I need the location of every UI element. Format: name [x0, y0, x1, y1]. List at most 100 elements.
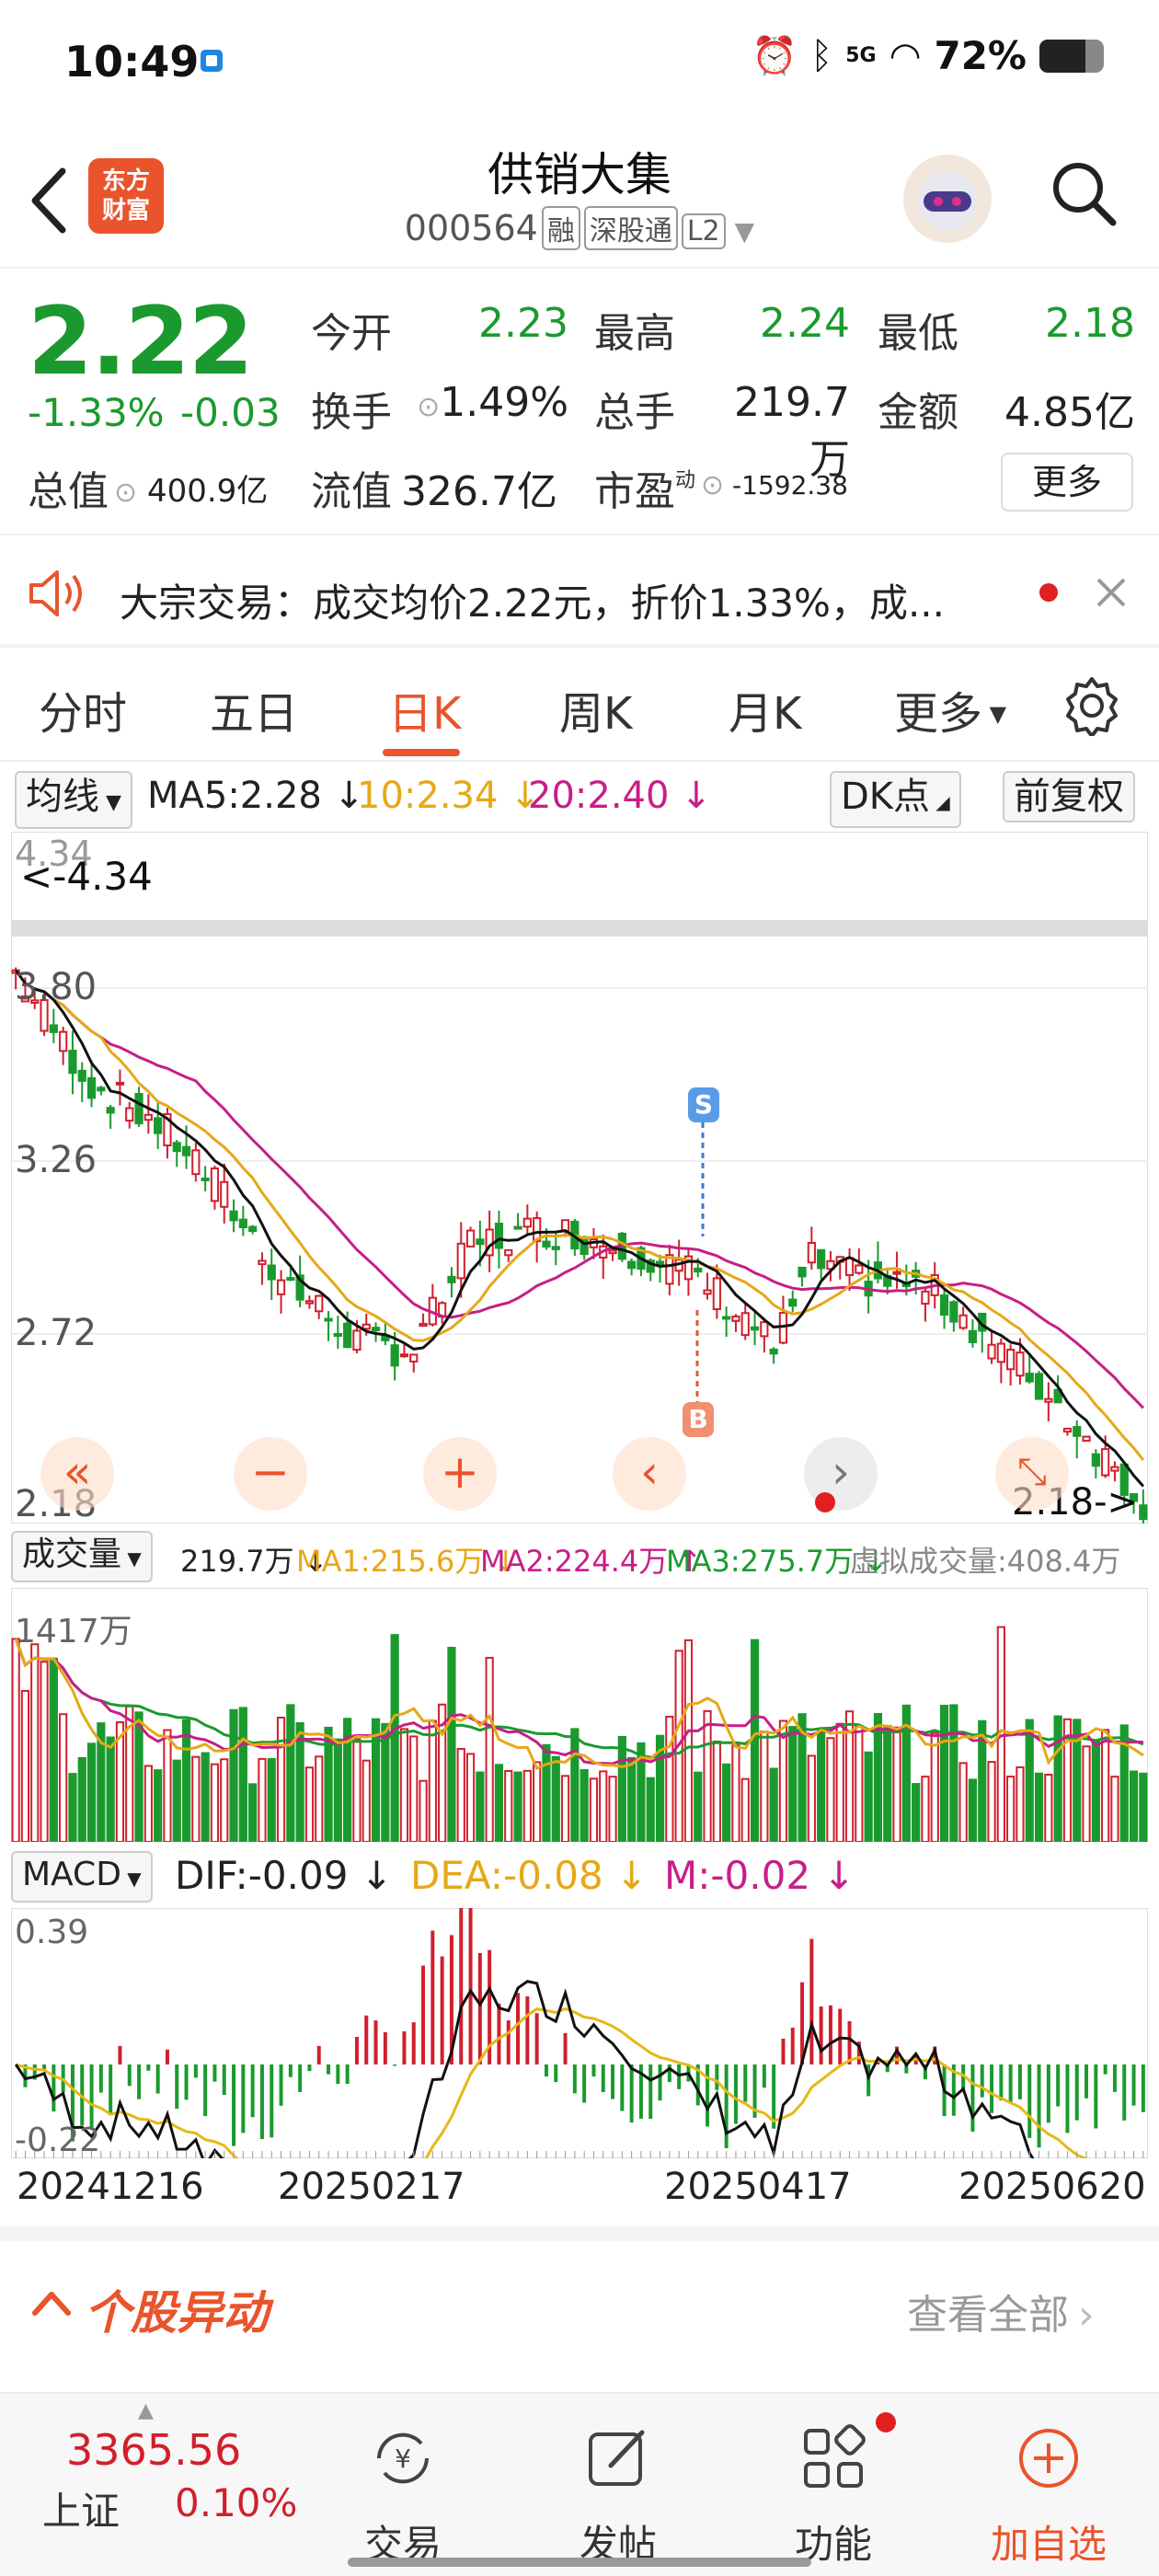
volume-bar — [1016, 1765, 1025, 1842]
more-quote-button[interactable]: 更多 — [1001, 453, 1133, 512]
add-watchlist-icon[interactable] — [1012, 2421, 1085, 2495]
volume-bar — [731, 1744, 740, 1842]
mcap-value: ⊙ 400.9亿 — [114, 466, 285, 511]
volume-bar — [409, 1735, 419, 1842]
ma-selector[interactable]: 均线 ▼ — [15, 771, 132, 829]
macd-top-label: 0.39 — [15, 1914, 89, 1951]
candle — [949, 1301, 958, 1323]
index-value[interactable]: 3365.56 — [66, 2425, 241, 2475]
volume-bar — [361, 1759, 371, 1842]
pe-sup: 动 — [675, 469, 696, 492]
mcap-label: 总值 — [28, 468, 109, 515]
candle — [939, 1294, 949, 1317]
block-trade-notice[interactable]: 大宗交易：成交均价2.22元，折价1.33%，成... — [0, 535, 1159, 646]
adjust-selector[interactable]: 前复权 — [1003, 771, 1135, 822]
tab-weekly-k[interactable]: 周K — [559, 677, 632, 742]
candle — [665, 1254, 674, 1285]
volume-bar — [608, 1776, 617, 1842]
macd-selector[interactable]: MACD ▼ — [11, 1851, 153, 1903]
candle — [987, 1343, 996, 1360]
low-value: 2.18 — [1045, 300, 1135, 347]
volume-bar — [750, 1639, 760, 1842]
sell-signal-label: S — [694, 1089, 713, 1120]
tab-more[interactable]: 更多 ▼ — [894, 677, 1006, 742]
change-amount: -0.03 — [180, 390, 281, 435]
volume-bar — [921, 1776, 930, 1842]
candle — [1044, 1397, 1053, 1403]
volume-bar — [712, 1741, 721, 1842]
post-icon[interactable] — [581, 2421, 655, 2495]
nav-add-watchlist[interactable]: 加自选 — [984, 2513, 1113, 2570]
left-arrow-icon[interactable]: ‹ — [613, 1437, 686, 1511]
volume-bar — [835, 1722, 844, 1842]
candle — [125, 1107, 134, 1122]
volume-bar — [968, 1778, 978, 1842]
candle — [855, 1264, 864, 1274]
gear-icon[interactable] — [1061, 675, 1122, 736]
candle — [712, 1277, 721, 1310]
candle — [267, 1264, 276, 1281]
candle — [655, 1260, 665, 1266]
candle — [465, 1229, 476, 1248]
zoom-in-icon[interactable]: + — [423, 1437, 497, 1511]
candle — [68, 1049, 77, 1075]
volume-bar — [86, 1742, 97, 1842]
tag-connect: 深股通 — [583, 206, 678, 250]
volume-bar — [949, 1704, 958, 1842]
candle — [1091, 1453, 1100, 1467]
volume-bar — [1139, 1772, 1148, 1842]
volume-bar — [220, 1758, 229, 1842]
volume-bar — [817, 1730, 826, 1842]
buy-signal-label: B — [688, 1404, 707, 1434]
info-icon[interactable]: ⊙ — [114, 477, 137, 509]
volume-bar — [722, 1763, 731, 1842]
volume-bar — [1006, 1776, 1016, 1842]
double-left-icon[interactable]: « — [40, 1437, 114, 1511]
home-indicator — [348, 2558, 811, 2567]
candle — [456, 1242, 465, 1280]
candle — [97, 1087, 106, 1092]
date-label-2: 20250217 — [278, 2166, 465, 2208]
candle — [798, 1266, 807, 1278]
volume-bar — [1034, 1772, 1044, 1842]
tab-daily-k[interactable]: 日K — [388, 677, 461, 742]
chevron-up-icon[interactable] — [29, 2287, 74, 2318]
candle — [258, 1259, 267, 1266]
volume-chart[interactable] — [11, 1588, 1148, 1842]
volume-bar — [352, 1738, 361, 1842]
view-all-link[interactable]: 查看全部 › — [907, 2282, 1095, 2340]
volume-bar — [912, 1783, 921, 1842]
tab-monthly-k[interactable]: 月K — [729, 677, 801, 742]
candle — [807, 1242, 816, 1264]
section-title: 个股异动 — [85, 2286, 269, 2340]
info-icon[interactable]: ⊙ — [417, 391, 440, 423]
dk-point-selector[interactable]: DK点 ◢ — [830, 771, 961, 828]
zoom-out-icon[interactable]: − — [234, 1437, 307, 1511]
close-icon[interactable] — [1093, 574, 1130, 611]
volume-bar — [1044, 1774, 1053, 1842]
info-icon[interactable]: ⊙ — [701, 469, 724, 501]
search-icon[interactable] — [1047, 156, 1120, 230]
volume-bar — [447, 1647, 456, 1842]
fullscreen-icon[interactable]: ⤡ — [995, 1437, 1069, 1511]
volume-bar — [276, 1716, 286, 1842]
functions-icon[interactable] — [797, 2421, 870, 2495]
candle — [59, 1030, 68, 1052]
volume-bar — [286, 1704, 295, 1842]
caret-down-icon: ▼ — [982, 701, 1007, 727]
volume-bar — [740, 1777, 750, 1842]
volume-bar — [551, 1755, 560, 1842]
macd-selector-label: MACD — [22, 1856, 121, 1893]
tab-5day[interactable]: 五日 — [210, 677, 298, 742]
volume-selector[interactable]: 成交量 ▼ — [11, 1531, 153, 1582]
assistant-avatar-icon[interactable] — [903, 155, 992, 243]
candle — [371, 1327, 381, 1331]
volume-bar — [59, 1713, 68, 1842]
tab-intraday[interactable]: 分时 — [39, 677, 127, 742]
macd-chart[interactable] — [11, 1908, 1148, 2158]
volume-bar — [465, 1753, 476, 1842]
volume-bar — [267, 1757, 276, 1842]
trade-icon[interactable]: ¥ — [366, 2421, 440, 2495]
volume-bar — [760, 1731, 769, 1842]
kline-chart[interactable]: S B — [11, 832, 1148, 1524]
